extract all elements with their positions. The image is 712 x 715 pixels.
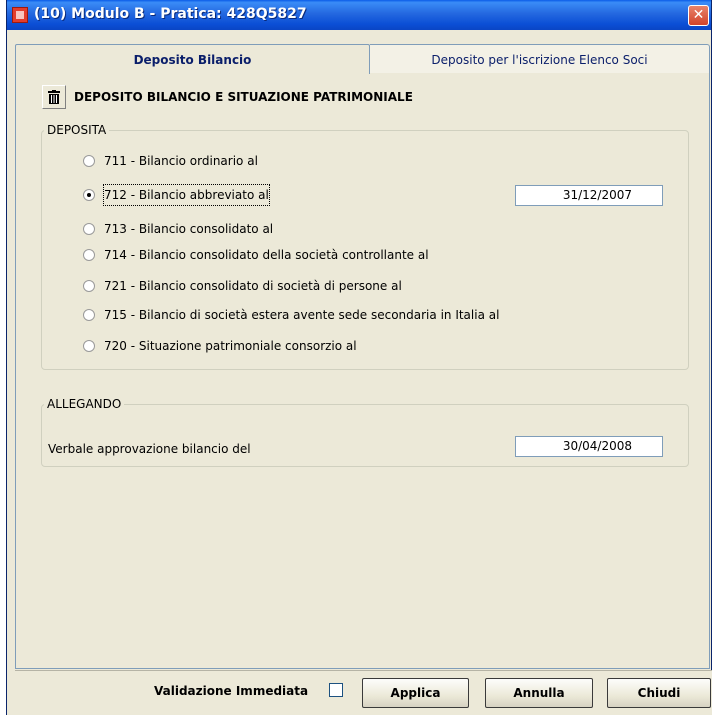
validazione-checkbox[interactable]: [329, 683, 343, 697]
annulla-button[interactable]: Annulla: [485, 678, 593, 708]
app-icon: [12, 7, 28, 23]
title-bar[interactable]: (10) Modulo B - Pratica: 428Q5827 ✕: [7, 0, 711, 30]
radio-label: 711 - Bilancio ordinario al: [104, 154, 258, 168]
radio-label: 712 - Bilancio abbreviato al: [103, 184, 270, 206]
deposita-group-label: DEPOSITA: [44, 123, 110, 137]
tab-strip: Deposito Bilancio Deposito per l'iscrizi…: [15, 44, 710, 74]
radio-label: 714 - Bilancio consolidato della società…: [104, 248, 429, 262]
allegando-group: ALLEGANDO Verbale approvazione bilancio …: [41, 397, 689, 467]
radio-button[interactable]: [83, 280, 95, 292]
radio-button[interactable]: [83, 340, 95, 352]
close-icon: ✕: [692, 7, 705, 23]
radio-label: 713 - Bilancio consolidato al: [104, 222, 274, 236]
deposita-group: DEPOSITA 711 - Bilancio ordinario al 712…: [41, 123, 689, 370]
trash-icon: [48, 90, 60, 104]
tab-deposito-bilancio[interactable]: Deposito Bilancio: [15, 44, 370, 74]
radio-label: 715 - Bilancio di società estera avente …: [104, 308, 500, 322]
radio-button-checked[interactable]: [83, 189, 95, 201]
validazione-label: Validazione Immediata: [154, 684, 309, 698]
dialog-window: (10) Modulo B - Pratica: 428Q5827 ✕ Depo…: [6, 0, 712, 715]
radio-label: 720 - Situazione patrimoniale consorzio …: [104, 339, 357, 353]
tab-deposito-elenco-soci[interactable]: Deposito per l'iscrizione Elenco Soci: [370, 44, 710, 74]
verbale-label: Verbale approvazione bilancio del: [48, 442, 251, 456]
window-title: (10) Modulo B - Pratica: 428Q5827: [34, 6, 307, 22]
delete-button[interactable]: [42, 85, 66, 109]
radio-label: 721 - Bilancio consolidato di società di…: [104, 279, 402, 293]
allegando-group-label: ALLEGANDO: [44, 397, 125, 411]
chiudi-button[interactable]: Chiudi: [607, 678, 711, 708]
radio-button[interactable]: [83, 155, 95, 167]
section-title: DEPOSITO BILANCIO E SITUAZIONE PATRIMONI…: [74, 90, 413, 104]
date-field-verbale[interactable]: 30/04/2008: [515, 436, 663, 457]
radio-button[interactable]: [83, 249, 95, 261]
date-field-712[interactable]: 31/12/2007: [515, 185, 663, 206]
radio-button[interactable]: [83, 223, 95, 235]
applica-button[interactable]: Applica: [362, 678, 469, 708]
footer-bar: Validazione Immediata Applica Annulla Ch…: [15, 670, 712, 715]
radio-button[interactable]: [83, 309, 95, 321]
close-button[interactable]: ✕: [688, 5, 709, 26]
